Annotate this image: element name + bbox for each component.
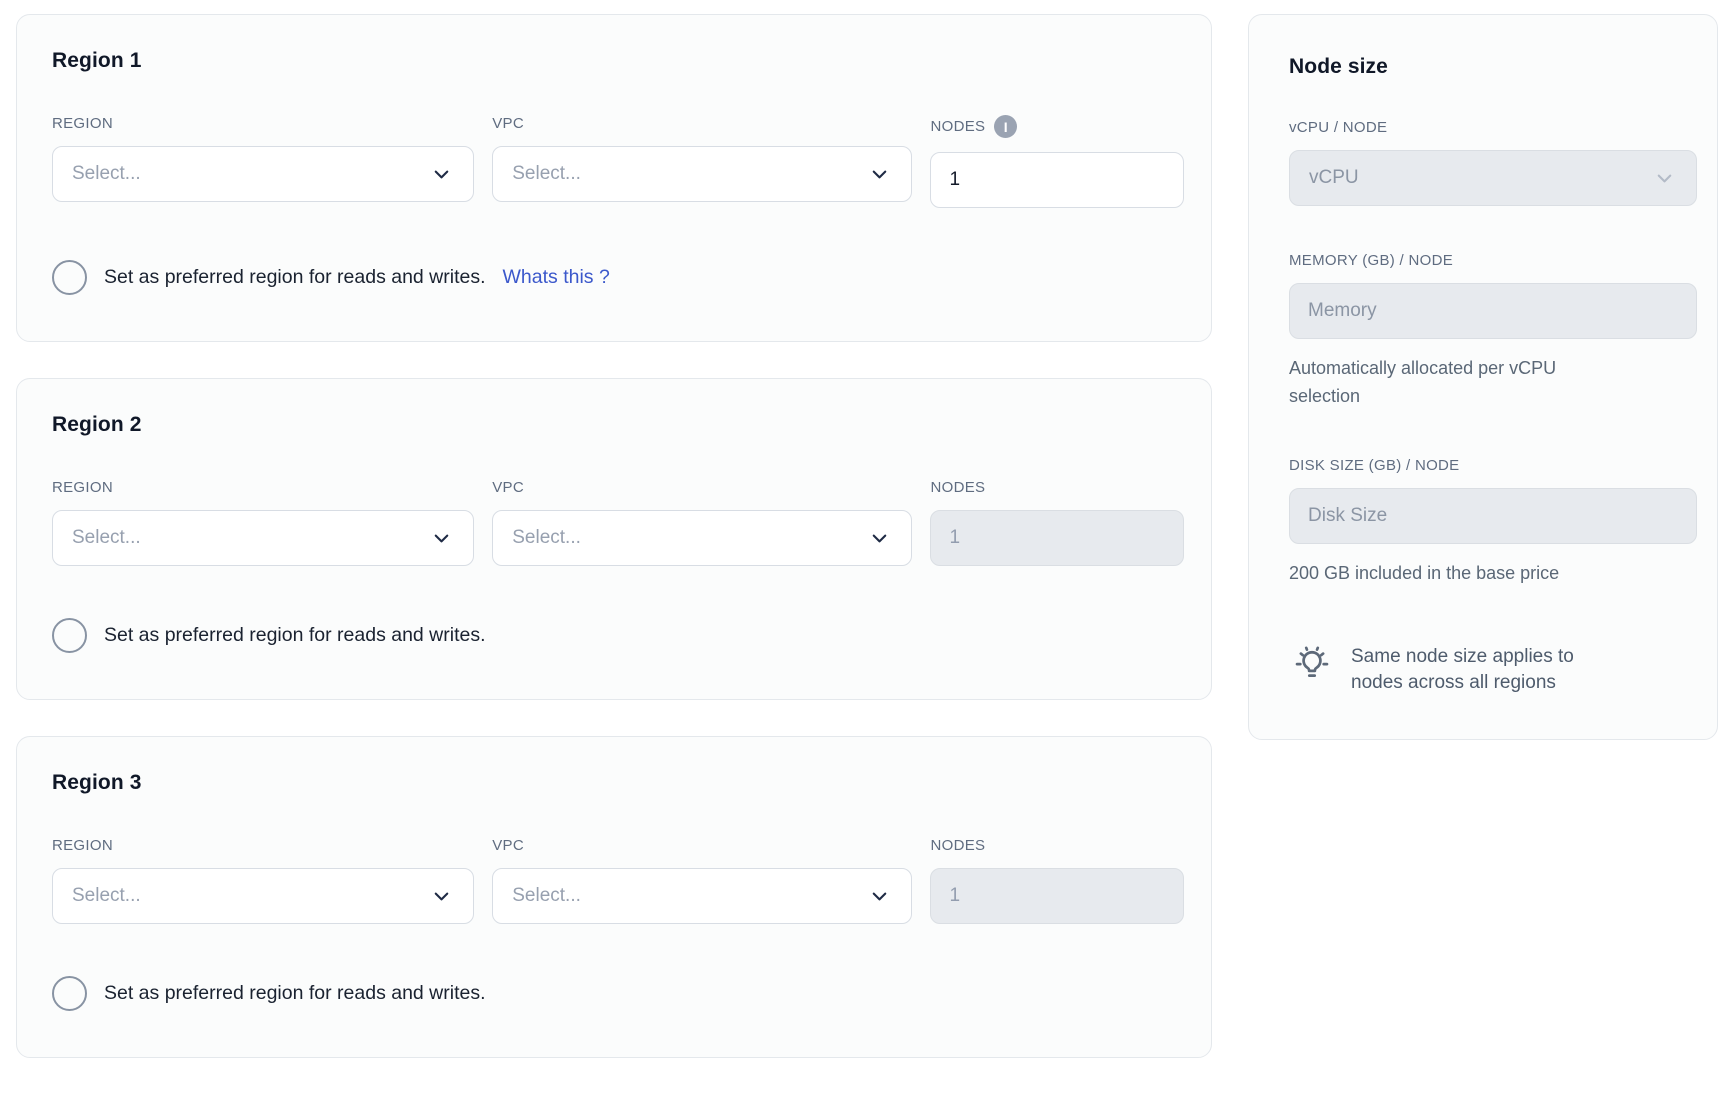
chevron-down-icon <box>430 885 453 908</box>
region-1-vpc-label: VPC <box>492 115 912 132</box>
region-2-vpc-select[interactable]: Select... <box>492 510 912 566</box>
region-1-card: Region 1 REGION Select... VPC Select... <box>16 14 1212 342</box>
chevron-down-icon <box>430 163 453 186</box>
chevron-down-icon <box>868 527 891 550</box>
chevron-down-icon <box>430 527 453 550</box>
chevron-down-icon <box>868 885 891 908</box>
disk-size-field: DISK SIZE (GB) / NODE 200 GB included in… <box>1289 457 1697 588</box>
vcpu-select-value: vCPU <box>1309 167 1359 189</box>
region-2-region-field: REGION Select... <box>52 479 474 566</box>
region-1-preferred-radio[interactable] <box>52 260 87 295</box>
regions-column: Region 1 REGION Select... VPC Select... <box>16 14 1212 1058</box>
region-3-region-field: REGION Select... <box>52 837 474 924</box>
info-icon[interactable]: i <box>994 115 1017 138</box>
region-2-vpc-field: VPC Select... <box>492 479 912 566</box>
region-1-region-field: REGION Select... <box>52 115 474 208</box>
region-3-preferred-radio[interactable] <box>52 976 87 1011</box>
region-1-nodes-field: NODES i <box>930 115 1184 208</box>
region-2-nodes-input <box>930 510 1184 566</box>
region-2-region-select-value: Select... <box>72 527 141 549</box>
region-1-title: Region 1 <box>52 49 1184 73</box>
region-3-vpc-label: VPC <box>492 837 912 854</box>
region-2-card: Region 2 REGION Select... VPC Select... <box>16 378 1212 700</box>
region-3-region-select-value: Select... <box>72 885 141 907</box>
region-2-nodes-field: NODES <box>930 479 1184 566</box>
region-3-preferred-label: Set as preferred region for reads and wr… <box>104 982 486 1005</box>
memory-helper-text: Automatically allocated per vCPU selecti… <box>1289 355 1619 411</box>
whats-this-link[interactable]: Whats this ? <box>503 266 610 289</box>
region-3-fields: REGION Select... VPC Select... <box>52 837 1184 924</box>
region-1-nodes-label: NODES i <box>930 115 1184 138</box>
region-3-vpc-select[interactable]: Select... <box>492 868 912 924</box>
region-1-preferred-row: Set as preferred region for reads and wr… <box>52 260 1184 295</box>
region-3-nodes-input <box>930 868 1184 924</box>
region-3-vpc-select-value: Select... <box>512 885 581 907</box>
region-2-title: Region 2 <box>52 413 1184 437</box>
region-3-preferred-row: Set as preferred region for reads and wr… <box>52 976 1184 1011</box>
region-1-nodes-label-text: NODES <box>930 118 985 135</box>
region-1-vpc-select-value: Select... <box>512 163 581 185</box>
region-1-fields: REGION Select... VPC Select... <box>52 115 1184 208</box>
node-size-title: Node size <box>1289 55 1697 79</box>
node-size-tip-text: Same node size applies to nodes across a… <box>1351 644 1609 697</box>
vcpu-field: vCPU / NODE vCPU <box>1289 119 1697 206</box>
vcpu-select[interactable]: vCPU <box>1289 150 1697 206</box>
node-size-tip: Same node size applies to nodes across a… <box>1289 644 1697 697</box>
region-2-region-select[interactable]: Select... <box>52 510 474 566</box>
memory-input <box>1289 283 1697 339</box>
region-3-card: Region 3 REGION Select... VPC Select... <box>16 736 1212 1058</box>
region-3-nodes-label: NODES <box>930 837 1184 854</box>
memory-label: MEMORY (GB) / NODE <box>1289 252 1697 269</box>
region-3-vpc-field: VPC Select... <box>492 837 912 924</box>
vcpu-label: vCPU / NODE <box>1289 119 1697 136</box>
cluster-settings-page: Region 1 REGION Select... VPC Select... <box>0 0 1736 1072</box>
region-1-vpc-field: VPC Select... <box>492 115 912 208</box>
region-1-region-select-value: Select... <box>72 163 141 185</box>
lightbulb-icon <box>1289 640 1335 691</box>
region-2-vpc-label: VPC <box>492 479 912 496</box>
region-1-region-select[interactable]: Select... <box>52 146 474 202</box>
region-2-nodes-label: NODES <box>930 479 1184 496</box>
region-2-preferred-radio[interactable] <box>52 618 87 653</box>
disk-size-input <box>1289 488 1697 544</box>
region-1-preferred-label: Set as preferred region for reads and wr… <box>104 266 486 289</box>
region-2-preferred-label: Set as preferred region for reads and wr… <box>104 624 486 647</box>
region-3-region-label: REGION <box>52 837 474 854</box>
region-3-region-select[interactable]: Select... <box>52 868 474 924</box>
region-3-nodes-field: NODES <box>930 837 1184 924</box>
region-2-vpc-select-value: Select... <box>512 527 581 549</box>
chevron-down-icon <box>1653 167 1676 190</box>
chevron-down-icon <box>868 163 891 186</box>
region-2-fields: REGION Select... VPC Select... <box>52 479 1184 566</box>
disk-size-helper-text: 200 GB included in the base price <box>1289 560 1697 588</box>
region-1-nodes-input[interactable] <box>930 152 1184 208</box>
disk-size-label: DISK SIZE (GB) / NODE <box>1289 457 1697 474</box>
region-2-preferred-row: Set as preferred region for reads and wr… <box>52 618 1184 653</box>
region-1-vpc-select[interactable]: Select... <box>492 146 912 202</box>
region-3-title: Region 3 <box>52 771 1184 795</box>
memory-field: MEMORY (GB) / NODE Automatically allocat… <box>1289 252 1697 411</box>
node-size-card: Node size vCPU / NODE vCPU MEMORY (GB) /… <box>1248 14 1718 740</box>
region-1-region-label: REGION <box>52 115 474 132</box>
region-2-region-label: REGION <box>52 479 474 496</box>
